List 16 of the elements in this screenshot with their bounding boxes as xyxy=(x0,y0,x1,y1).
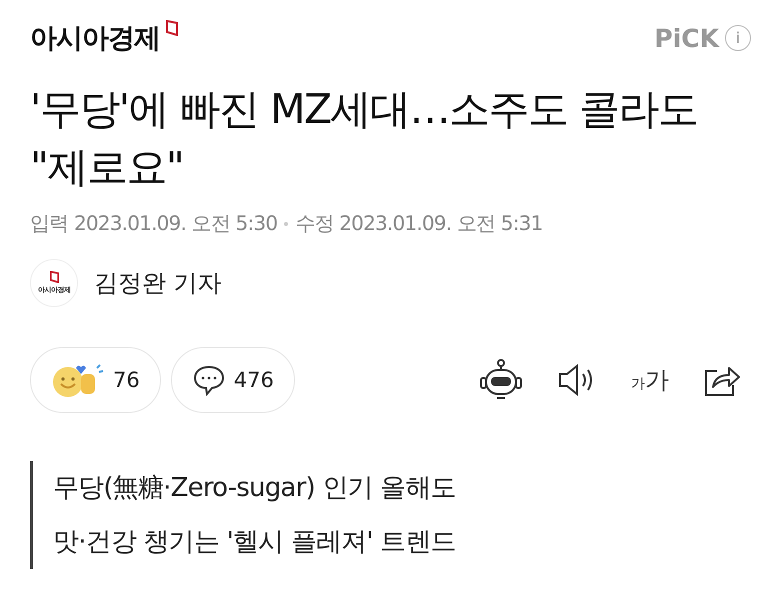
flag-icon xyxy=(50,271,58,284)
outlet-logo[interactable]: 아시아경제 xyxy=(30,20,160,56)
subtitle-line: 무당(無糖·Zero-sugar) 인기 올해도 xyxy=(53,472,457,506)
reporter-name[interactable]: 김정완 기자 xyxy=(94,267,222,300)
info-button[interactable]: i xyxy=(725,25,751,51)
edit-date: 수정 2023.01.09. 오전 5:31 xyxy=(295,210,543,238)
speech-bubble-icon xyxy=(192,364,226,396)
comment-button[interactable]: 476 xyxy=(170,347,295,414)
font-size-button[interactable]: 가가 xyxy=(631,364,669,396)
headline: '무당'에 빠진 MZ세대…소주도 콜라도 "제로요" xyxy=(30,84,699,194)
separator-dot xyxy=(284,222,288,226)
reaction-button[interactable]: 76 xyxy=(30,347,161,414)
input-date: 입력 2023.01.09. 오전 5:30 xyxy=(30,210,278,238)
flag-icon xyxy=(166,20,178,36)
pick-label: PiCK xyxy=(654,24,719,52)
subtitle-line: 맛·건강 챙기는 '헬시 플레져' 트렌드 xyxy=(53,526,457,560)
